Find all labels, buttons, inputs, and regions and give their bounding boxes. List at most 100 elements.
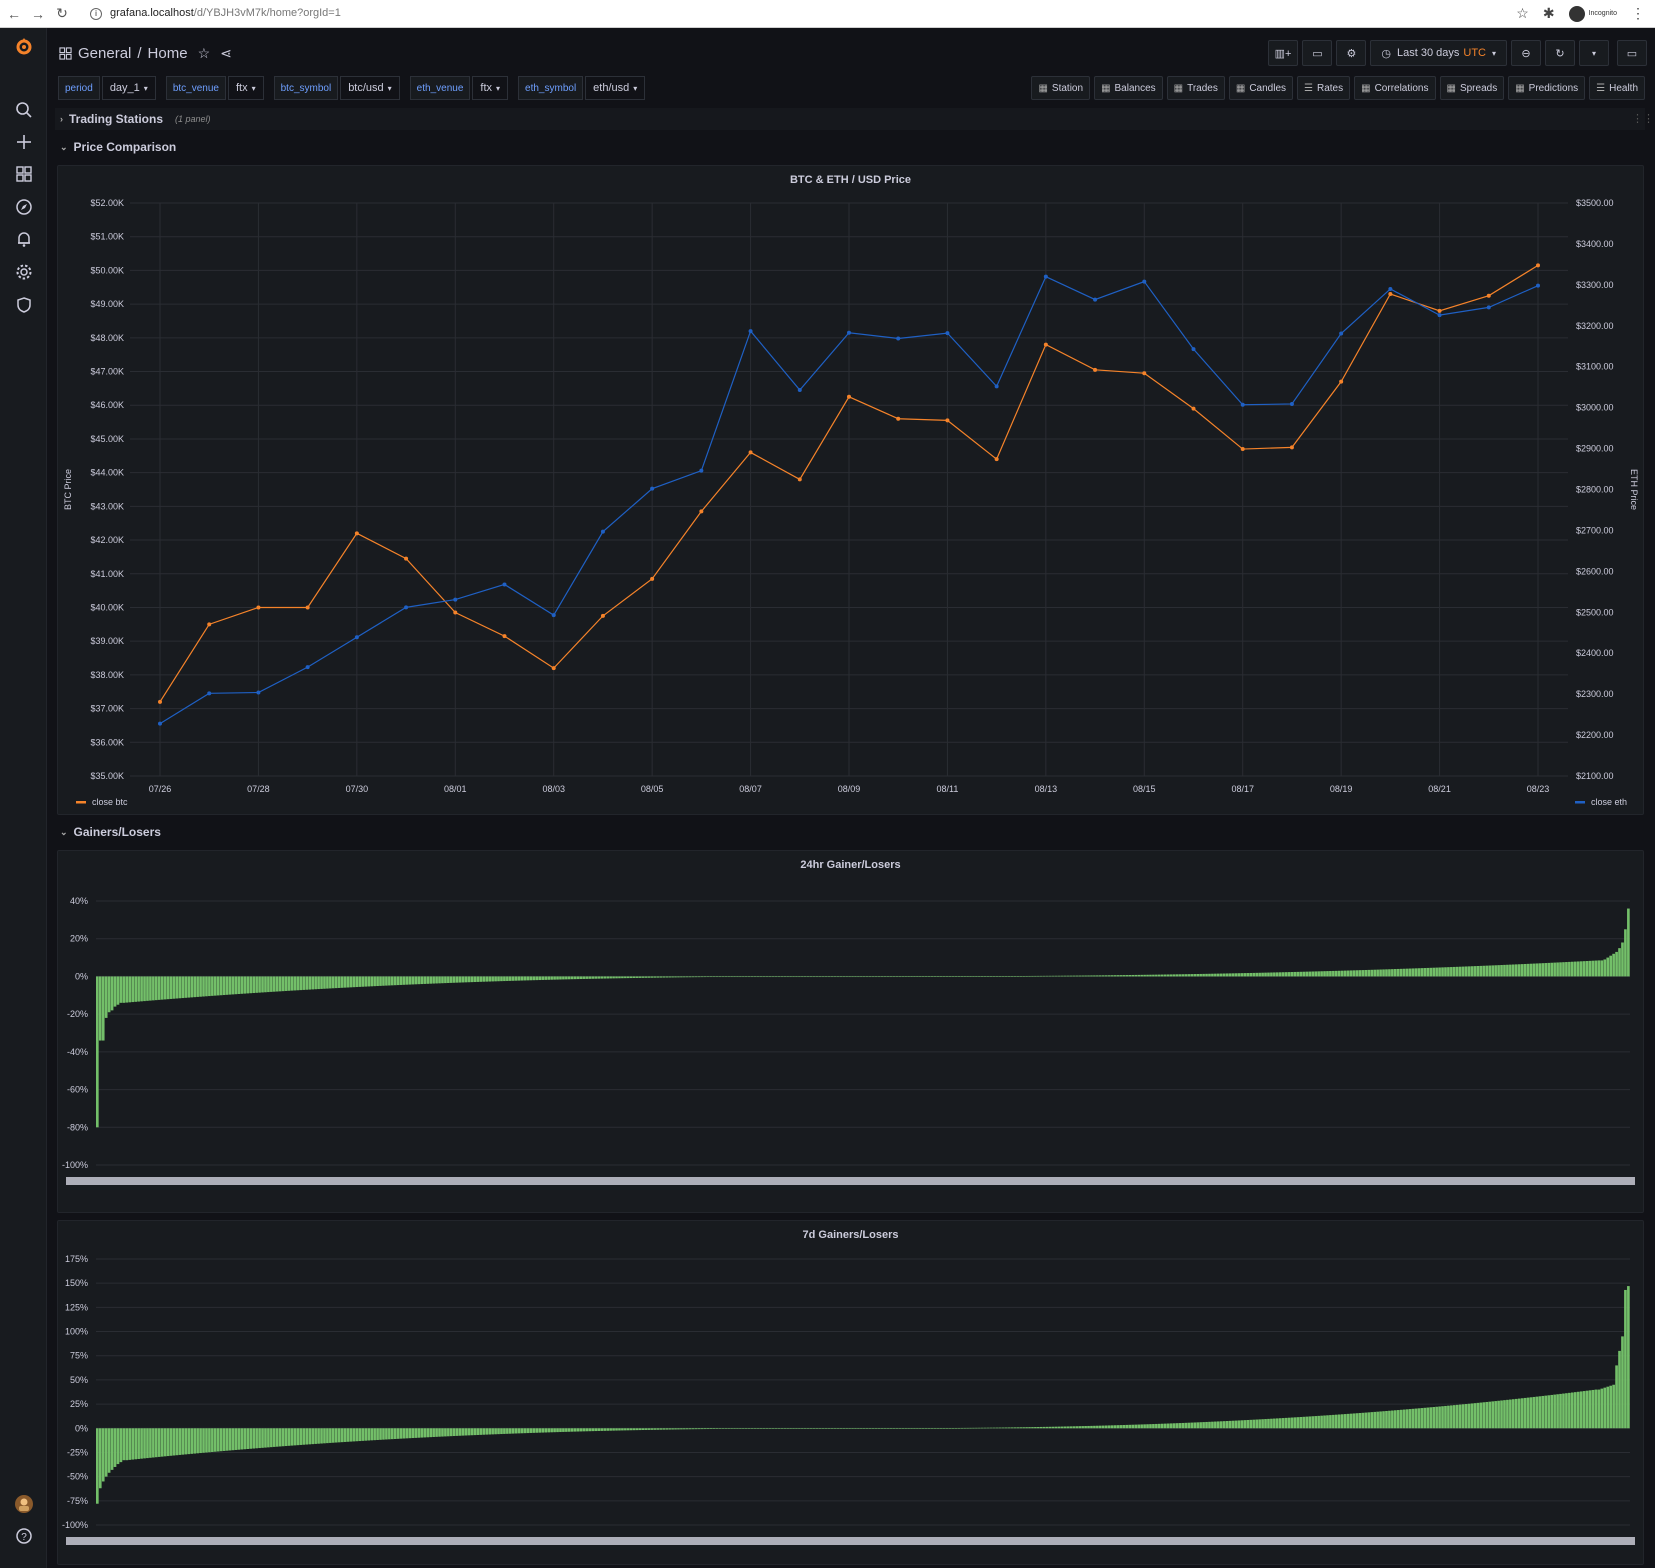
link-health[interactable]: ☰ Health: [1589, 76, 1645, 100]
data-point-close-eth: [1388, 286, 1393, 291]
bar: [883, 1428, 887, 1429]
bar: [408, 976, 412, 985]
bar: [1158, 974, 1161, 977]
extensions-icon[interactable]: ✱: [1543, 5, 1555, 22]
bar: [978, 976, 981, 977]
add-panel-button[interactable]: ▥+: [1267, 40, 1299, 66]
bar: [724, 1428, 727, 1429]
address-bar[interactable]: i grafana.localhost/d/YBJH3vM7k/home?orgI…: [90, 7, 341, 20]
grafana-logo-icon[interactable]: [14, 36, 34, 56]
bar: [119, 976, 123, 1003]
bar: [954, 1427, 958, 1429]
link-correlations[interactable]: ▦ Correlations: [1354, 76, 1436, 100]
explore-compass-icon[interactable]: [14, 197, 34, 217]
dashboard-grid-icon: ▦: [1515, 82, 1525, 94]
reload-icon[interactable]: ↻: [52, 5, 72, 22]
y-right-tick-label: $3200.00: [1576, 321, 1614, 331]
link-candles[interactable]: ▦ Candles: [1228, 76, 1294, 100]
bar: [1031, 975, 1034, 977]
bar: [942, 1428, 946, 1429]
bar: [824, 1428, 828, 1429]
bar: [1308, 1416, 1312, 1429]
data-point-close-eth: [1142, 279, 1147, 284]
search-icon[interactable]: [14, 100, 34, 120]
variable-select-eth-venue[interactable]: ftx ▾: [472, 76, 509, 100]
bar: [1461, 966, 1465, 977]
variable-select-btc-venue[interactable]: ftx ▾: [227, 76, 264, 100]
bar: [621, 1428, 624, 1431]
star-icon[interactable]: ☆: [1516, 5, 1529, 22]
bar: [1042, 975, 1046, 977]
page-title[interactable]: Home: [148, 45, 188, 62]
link-predictions[interactable]: ▦ Predictions: [1508, 76, 1586, 100]
link-rates[interactable]: ☰ Rates: [1297, 76, 1351, 100]
bar: [1352, 1413, 1356, 1429]
back-icon[interactable]: ←: [4, 6, 24, 22]
link-station[interactable]: ▦ Station: [1031, 76, 1091, 100]
btc-eth-price-panel[interactable]: BTC & ETH / USD Price $35.00K $36.00K $37.…: [57, 165, 1644, 815]
shield-icon[interactable]: [14, 295, 34, 315]
dashboards-icon[interactable]: [14, 164, 34, 184]
bar: [966, 976, 969, 977]
row-gainers-losers[interactable]: ⌄ Gainers/Losers: [60, 825, 161, 839]
bar: [326, 976, 329, 989]
drag-handle-icon[interactable]: ⋮⋮: [1632, 112, 1654, 125]
bar: [1500, 1400, 1503, 1429]
row-price-comparison[interactable]: ⌄ Price Comparison: [60, 140, 176, 154]
y-tick-label: 0%: [75, 971, 88, 981]
bar: [1081, 975, 1084, 977]
y-axis-label: BTC Price: [63, 469, 73, 510]
dashboard-settings-button[interactable]: ⚙: [1336, 40, 1367, 66]
bar: [1532, 963, 1536, 977]
help-icon[interactable]: ?: [14, 1526, 34, 1546]
bar: [594, 1428, 598, 1432]
bar: [830, 1428, 834, 1429]
bar: [1349, 970, 1353, 977]
configuration-gear-icon[interactable]: [14, 262, 34, 282]
user-avatar-icon[interactable]: [14, 1494, 34, 1514]
bar: [806, 976, 810, 978]
bar: [1267, 972, 1270, 977]
star-icon[interactable]: ☆: [198, 45, 211, 62]
bar: [745, 976, 748, 978]
y-right-tick-label: $3000.00: [1576, 403, 1614, 413]
variable-select-period[interactable]: day_1 ▾: [101, 76, 156, 100]
bar: [768, 1428, 772, 1429]
zoom-out-button[interactable]: ⊖: [1511, 40, 1541, 66]
link-balances[interactable]: ▦ Balances: [1094, 76, 1163, 100]
bar: [1284, 1417, 1288, 1429]
alerting-bell-icon[interactable]: [14, 229, 34, 249]
bar: [1270, 1418, 1273, 1429]
gainers-24h-panel[interactable]: 24hr Gainer/Losers 40% 20% 0% -20% -40% -60% -…: [57, 850, 1644, 1213]
variable-select-btc-symbol[interactable]: btc/usd ▾: [340, 76, 400, 100]
info-icon[interactable]: i: [90, 8, 102, 20]
bar: [863, 1428, 866, 1429]
tv-mode-button[interactable]: ▭: [1617, 40, 1647, 66]
save-dashboard-button[interactable]: ▭: [1302, 40, 1333, 66]
gainers-7d-panel[interactable]: 7d Gainers/Losers 175% 150% 125% 100% 75% 50%…: [57, 1220, 1644, 1565]
bar: [376, 976, 379, 987]
plus-icon[interactable]: [14, 132, 34, 152]
browser-menu-icon[interactable]: ⋮: [1631, 5, 1645, 22]
bar: [137, 1428, 140, 1459]
bar: [972, 976, 975, 977]
link-trades[interactable]: ▦ Trades: [1166, 76, 1225, 100]
forward-icon[interactable]: →: [28, 6, 48, 22]
link-spreads[interactable]: ▦ Spreads: [1439, 76, 1505, 100]
refresh-interval-button[interactable]: ▾: [1579, 40, 1609, 66]
row-trading-stations[interactable]: › Trading Stations (1 panel): [60, 112, 211, 126]
bar: [865, 1428, 869, 1429]
variable-select-eth-symbol[interactable]: eth/usd ▾: [585, 76, 646, 100]
time-picker-button[interactable]: ◷ Last 30 days UTC ▾: [1370, 40, 1507, 66]
bar: [523, 976, 527, 981]
bar: [1417, 968, 1421, 977]
gainers-24h-bar-chart: 40% 20% 0% -20% -40% -60% -80% -100%: [62, 896, 1635, 1185]
bar: [1187, 974, 1191, 977]
share-icon[interactable]: ⋖: [220, 45, 232, 62]
incognito-indicator[interactable]: Incognito: [1568, 5, 1617, 22]
breadcrumb[interactable]: General / Home: [59, 45, 188, 62]
bar: [1066, 975, 1070, 977]
refresh-button[interactable]: ↻: [1545, 40, 1575, 66]
folder-name[interactable]: General: [78, 45, 131, 62]
bar: [1305, 971, 1309, 977]
